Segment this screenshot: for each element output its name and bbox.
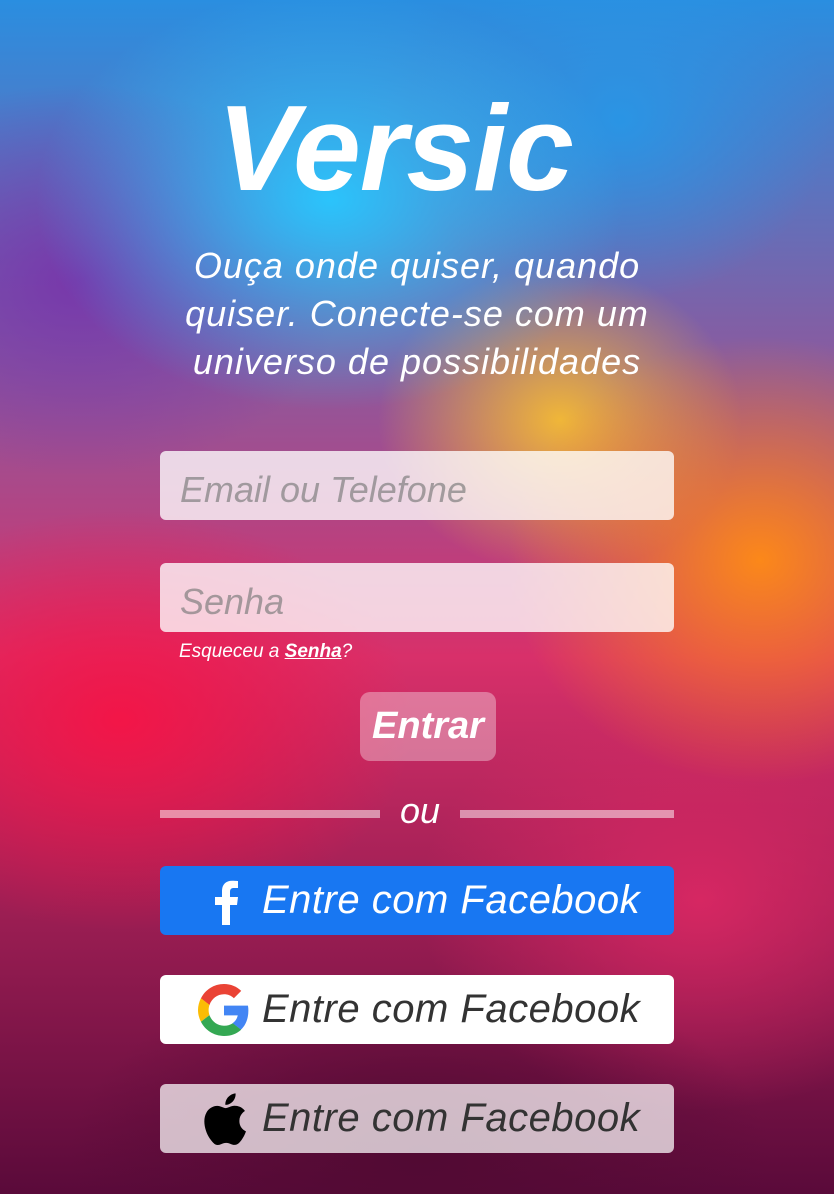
password-field[interactable] [160,563,674,632]
apple-login-label: Entre com Facebook [262,1096,641,1140]
google-login-label: Entre com Facebook [262,987,641,1031]
google-icon [196,982,252,1038]
login-button[interactable]: Entrar [360,692,496,761]
email-input[interactable] [180,468,654,511]
email-field[interactable] [160,451,674,520]
forgot-password: Esqueceu a Senha? [179,641,352,663]
forgot-suffix: ? [341,641,353,662]
tagline: Ouça onde quiser, quando quiser. Conecte… [185,245,649,382]
google-login-button[interactable]: Entre com Facebook [160,975,674,1044]
forgot-prefix: Esqueceu a [179,641,285,662]
facebook-icon [196,873,252,929]
password-input[interactable] [180,580,654,623]
app-logo: Versic [217,80,574,216]
divider-left [160,810,380,818]
login-screen: Versic Ouça onde quiser, quando quiser. … [0,0,834,1194]
divider-right [460,810,674,818]
separator-label: ou [399,790,441,831]
facebook-login-label: Entre com Facebook [262,878,641,922]
facebook-login-button[interactable]: Entre com Facebook [160,866,674,935]
apple-login-button[interactable]: Entre com Facebook [160,1084,674,1153]
apple-icon [196,1091,252,1147]
forgot-password-link[interactable]: Senha [285,641,342,662]
